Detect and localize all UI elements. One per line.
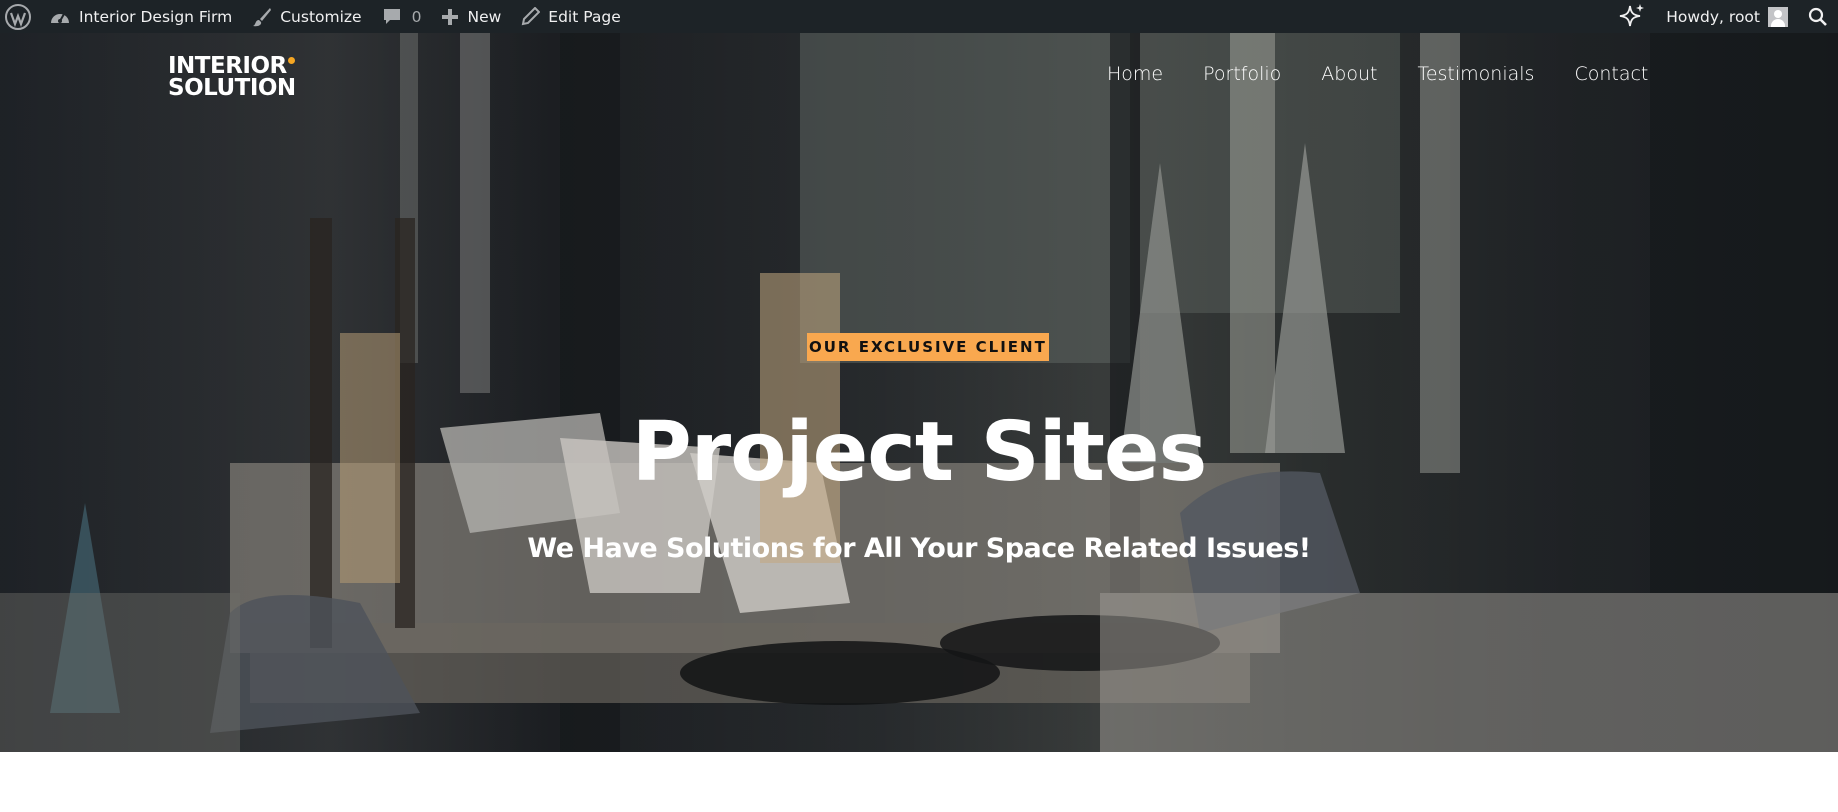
admin-bar: Interior Design Firm Customize 0 New Edi… [0,0,1838,33]
wordpress-logo-button[interactable] [0,0,39,33]
edit-page-label: Edit Page [548,7,621,26]
search-button[interactable] [1798,0,1838,33]
comments-button[interactable]: 0 [372,0,432,33]
comments-count: 0 [411,7,422,26]
wordpress-icon [5,3,31,30]
pencil-icon [522,7,541,26]
customize-button[interactable]: Customize [242,0,371,33]
hero-section: INTERIOR SOLUTION Home Portfolio About T… [0,33,1838,752]
comment-bubble-icon [383,8,400,24]
ai-sparkle-button[interactable] [1608,0,1656,33]
nav-home[interactable]: Home [1107,63,1163,85]
site-logo[interactable]: INTERIOR SOLUTION [168,55,296,101]
logo-line-1: INTERIOR [168,55,296,78]
dashboard-gauge-icon [51,13,69,23]
avatar [1768,6,1788,27]
howdy-label: Howdy, root [1666,7,1760,26]
logo-line-2: SOLUTION [168,75,296,101]
customize-label: Customize [280,7,362,26]
nav-contact[interactable]: Contact [1574,63,1648,85]
paintbrush-icon [253,7,272,26]
nav-about[interactable]: About [1321,63,1377,85]
plus-icon [442,8,459,25]
sparkle-icon [1620,3,1645,26]
search-icon [1808,7,1827,26]
main-navigation: Home Portfolio About Testimonials Contac… [1107,63,1648,85]
nav-testimonials[interactable]: Testimonials [1417,63,1534,85]
nav-portfolio[interactable]: Portfolio [1203,63,1281,85]
new-content-button[interactable]: New [431,0,511,33]
hero-kicker-badge: OUR EXCLUSIVE CLIENT [807,333,1049,361]
site-name-menu[interactable]: Interior Design Firm [39,0,242,33]
logo-accent-dot [287,57,295,64]
edit-page-button[interactable]: Edit Page [511,0,630,33]
hero-subtitle: We Have Solutions for All Your Space Rel… [527,533,1311,564]
new-label: New [467,7,502,26]
page-title: Project Sites [631,405,1208,500]
hero-background-image [0,33,1838,752]
site-name-label: Interior Design Firm [79,7,233,26]
my-account-menu[interactable]: Howdy, root [1656,0,1798,33]
